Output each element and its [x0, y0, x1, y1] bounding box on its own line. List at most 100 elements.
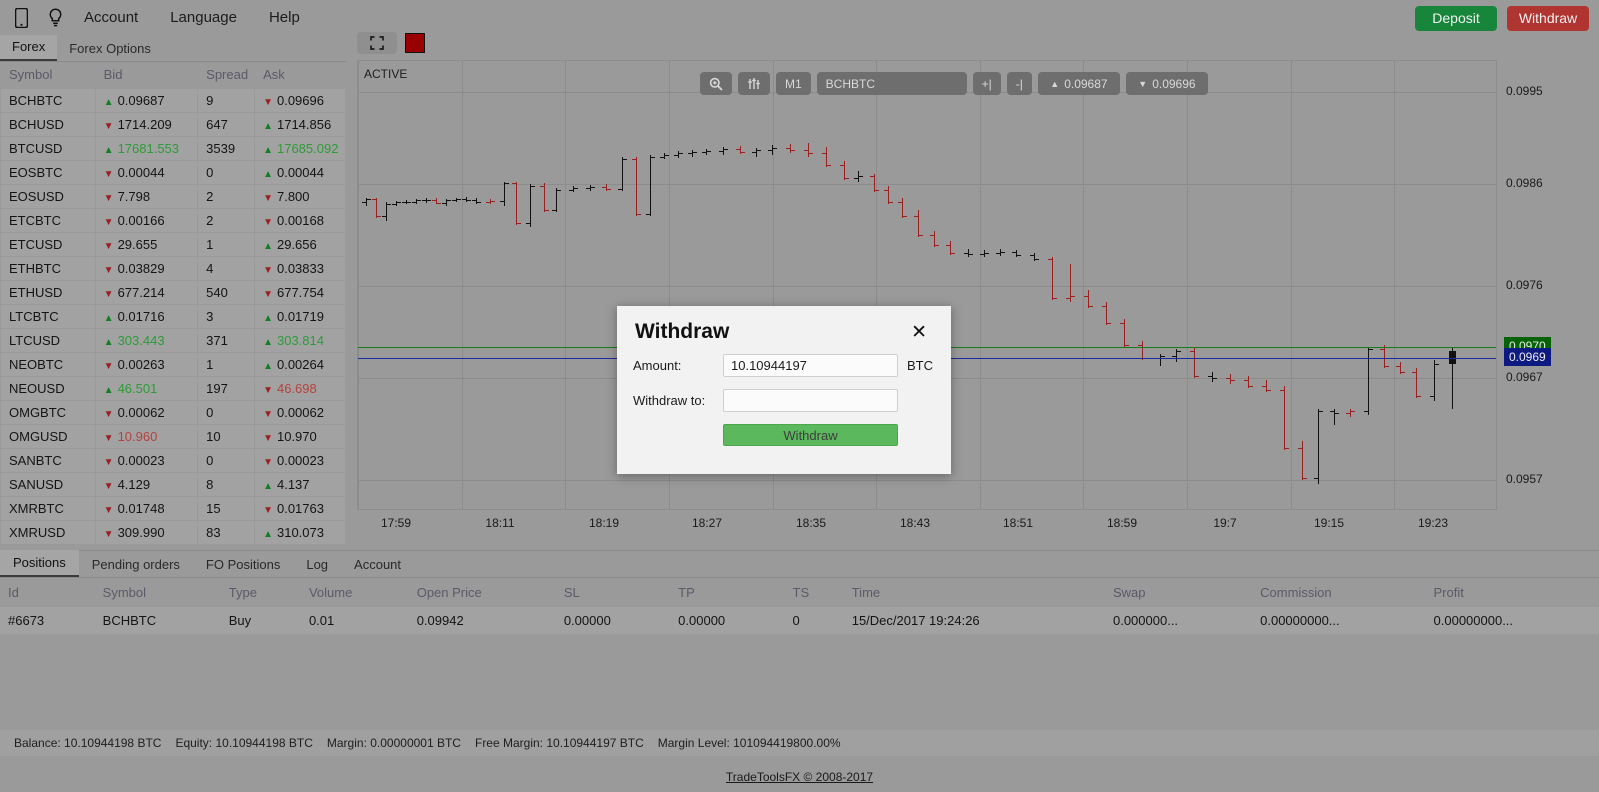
fullscreen-icon[interactable] [357, 32, 397, 54]
table-row[interactable]: SANUSD▼4.1298▲4.137 [1, 473, 345, 496]
column-id[interactable]: Id [0, 578, 95, 607]
magnifier-icon[interactable] [700, 72, 732, 95]
ohlc-bar [1106, 302, 1115, 325]
table-row[interactable]: #6673BCHBTCBuy0.010.099420.000000.000000… [0, 607, 1599, 634]
ask-value: 303.814 [277, 333, 324, 348]
column-open-price[interactable]: Open Price [409, 578, 556, 607]
table-row[interactable]: OMGUSD▼10.96010▼10.970 [1, 425, 345, 448]
chart-color-swatch[interactable] [405, 33, 425, 53]
ask-value-cell: ▲4.137 [255, 473, 345, 496]
ask-up-arrow-icon: ▲ [263, 121, 273, 132]
mobile-icon[interactable] [8, 5, 34, 31]
column-symbol[interactable]: Symbol [95, 578, 221, 607]
withdraw-address-input[interactable] [723, 389, 898, 412]
footer-link[interactable]: TradeToolsFX © 2008-2017 [726, 770, 873, 784]
bid-value-cell: ▼0.00044 [96, 161, 198, 184]
bid-value: 0.00023 [118, 453, 165, 468]
table-row[interactable]: XMRBTC▼0.0174815▼0.01763 [1, 497, 345, 520]
tab-positions[interactable]: Positions [0, 550, 79, 577]
bid-value-cell: ▲17681.553 [96, 137, 198, 160]
table-row[interactable]: NEOBTC▼0.002631▲0.00264 [1, 353, 345, 376]
chart-price-axis[interactable]: 0.09950.09860.09760.09670.09570.09700.09… [1498, 60, 1599, 510]
zoom-in-button[interactable]: +| [973, 72, 1001, 95]
table-row[interactable]: LTCBTC▲0.017163▲0.01719 [1, 305, 345, 328]
tab-account[interactable]: Account [341, 552, 414, 577]
table-row[interactable]: OMGBTC▼0.000620▼0.00062 [1, 401, 345, 424]
table-row[interactable]: SANBTC▼0.000230▼0.00023 [1, 449, 345, 472]
ohlc-bar [858, 171, 867, 181]
menu-item-help[interactable]: Help [253, 0, 316, 36]
indicators-icon[interactable] [738, 72, 770, 95]
menu-item-account[interactable]: Account [68, 0, 154, 36]
chart-ask-button[interactable]: ▼ 0.09696 [1126, 72, 1208, 95]
table-row[interactable]: ETHBTC▼0.038294▼0.03833 [1, 257, 345, 280]
column-commission[interactable]: Commission [1252, 578, 1425, 607]
column-ts[interactable]: TS [785, 578, 844, 607]
column-profit[interactable]: Profit [1426, 578, 1599, 607]
symbol-cell: LTCUSD [1, 329, 95, 352]
table-row[interactable]: NEOUSD▲46.501197▼46.698 [1, 377, 345, 400]
column-volume[interactable]: Volume [301, 578, 409, 607]
spread-cell: 8 [198, 473, 254, 496]
bid-value-cell: ▼0.03829 [96, 257, 198, 280]
table-row[interactable]: ETHUSD▼677.214540▼677.754 [1, 281, 345, 304]
table-row[interactable]: ETCUSD▼29.6551▲29.656 [1, 233, 345, 256]
tab-pending-orders[interactable]: Pending orders [79, 552, 193, 577]
withdraw-submit-button[interactable]: Withdraw [723, 424, 898, 446]
deposit-button[interactable]: Deposit [1415, 6, 1497, 31]
ohlc-bar [504, 182, 513, 207]
spread-cell: 2 [198, 185, 254, 208]
column-ask[interactable]: Ask [255, 63, 345, 88]
tab-forex[interactable]: Forex [0, 35, 57, 61]
column-time[interactable]: Time [844, 578, 1105, 607]
spread-cell: 371 [198, 329, 254, 352]
zoom-out-button[interactable]: -| [1007, 72, 1032, 95]
spread-cell: 10 [198, 425, 254, 448]
table-row[interactable]: BCHBTC▲0.096879▼0.09696 [1, 89, 345, 112]
column-swap[interactable]: Swap [1105, 578, 1252, 607]
chart-symbol-selector[interactable]: BCHBTC [817, 72, 967, 95]
column-spread[interactable]: Spread [198, 63, 254, 88]
ask-value-cell: ▲303.814 [255, 329, 345, 352]
table-row[interactable]: BCHUSD▼1714.209647▲1714.856 [1, 113, 345, 136]
symbol-cell: BCHBTC [1, 89, 95, 112]
ohlc-bar [1034, 253, 1043, 261]
spread-cell: 0 [198, 161, 254, 184]
ohlc-bar [664, 153, 673, 159]
ask-value-cell: ▼0.00023 [255, 449, 345, 472]
menu-item-language[interactable]: Language [154, 0, 253, 36]
tab-log[interactable]: Log [293, 552, 341, 577]
ohlc-bar [790, 144, 799, 153]
close-icon[interactable]: ✕ [905, 322, 933, 343]
spread-cell: 9 [198, 89, 254, 112]
table-row[interactable]: BTCUSD▲17681.5533539▲17685.092 [1, 137, 345, 160]
ask-down-arrow-icon: ▼ [263, 193, 273, 204]
column-bid[interactable]: Bid [96, 63, 198, 88]
chart-bid-button[interactable]: ▲ 0.09687 [1038, 72, 1120, 95]
amount-input[interactable] [723, 354, 898, 377]
positions-body: #6673BCHBTCBuy0.010.099420.000000.000000… [0, 607, 1599, 634]
timeframe-selector[interactable]: M1 [776, 72, 811, 95]
type-cell: Buy [221, 607, 301, 634]
time-axis-tick: 19:7 [1213, 516, 1236, 530]
column-sl[interactable]: SL [556, 578, 670, 607]
tab-forex-options[interactable]: Forex Options [57, 37, 163, 61]
table-row[interactable]: LTCUSD▲303.443371▲303.814 [1, 329, 345, 352]
ask-value: 29.656 [277, 237, 317, 252]
chart-bid-value: 0.09687 [1064, 77, 1107, 91]
table-row[interactable]: ETCBTC▼0.001662▼0.00168 [1, 209, 345, 232]
withdraw-button[interactable]: Withdraw [1507, 6, 1589, 31]
chart-time-axis[interactable]: 17:5918:1118:1918:2718:3518:4318:5118:59… [357, 512, 1497, 538]
tab-fo-positions[interactable]: FO Positions [193, 552, 293, 577]
table-row[interactable]: XMRUSD▼309.99083▲310.073 [1, 521, 345, 544]
table-row[interactable]: EOSUSD▼7.7982▼7.800 [1, 185, 345, 208]
bid-value: 29.655 [118, 237, 158, 252]
table-row[interactable]: EOSBTC▼0.000440▲0.00044 [1, 161, 345, 184]
column-symbol[interactable]: Symbol [1, 63, 95, 88]
column-type[interactable]: Type [221, 578, 301, 607]
column-tp[interactable]: TP [670, 578, 784, 607]
lightbulb-icon[interactable] [42, 5, 68, 31]
ask-value-cell: ▲0.01719 [255, 305, 345, 328]
id-cell: #6673 [0, 607, 95, 634]
gridline-vertical [565, 61, 566, 509]
